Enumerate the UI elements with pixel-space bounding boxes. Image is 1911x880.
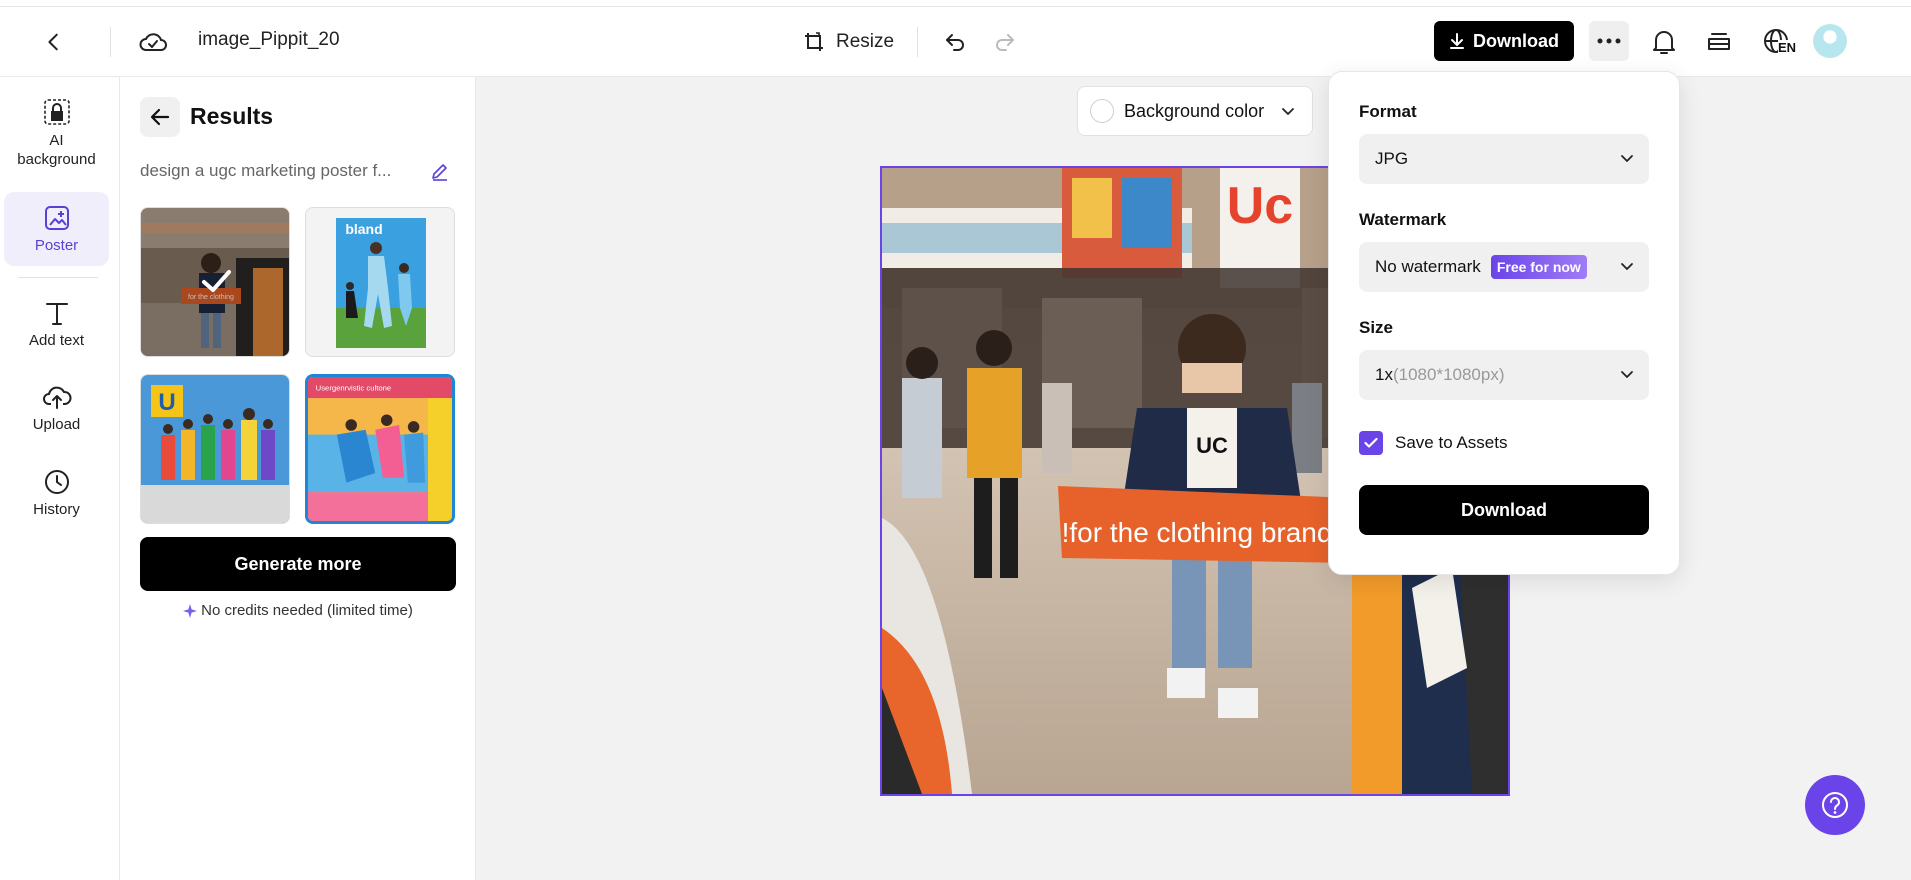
rail-item-add-text[interactable]: Add text [4, 299, 109, 369]
help-button[interactable] [1805, 775, 1865, 835]
download-button[interactable]: Download [1434, 21, 1574, 61]
redo-icon[interactable] [990, 27, 1020, 57]
more-icon [1597, 38, 1621, 44]
size-detail: (1080*1080px) [1392, 365, 1505, 384]
ai-background-icon [43, 99, 70, 125]
save-to-assets-label: Save to Assets [1395, 433, 1508, 452]
sparkle-icon [183, 603, 198, 618]
thumbnail-image: Usergenrvistic cultone [308, 377, 452, 521]
svg-text:U: U [158, 389, 175, 416]
credits-text: No credits needed (limited time) [201, 602, 413, 619]
result-thumbnail-4[interactable]: Usergenrvistic cultone [305, 374, 455, 524]
result-thumbnail-3[interactable]: U [140, 374, 290, 524]
watermark-select[interactable]: No watermark Free for now [1359, 242, 1649, 292]
resize-button[interactable]: Resize [802, 27, 894, 57]
background-color-button[interactable]: Background color [1077, 86, 1313, 136]
resize-icon [805, 32, 823, 51]
thumbnail-image: for the clothing [141, 208, 289, 356]
rail-item-upload[interactable]: Upload [4, 383, 109, 453]
svg-text:UC: UC [1196, 433, 1228, 458]
layers-icon[interactable] [1703, 27, 1735, 57]
rail-item-poster[interactable]: Poster [4, 192, 109, 266]
checkmark-icon [1364, 437, 1378, 448]
confirm-download-button[interactable]: Download [1359, 485, 1649, 535]
results-back-button[interactable] [140, 97, 180, 137]
watermark-label: Watermark [1359, 210, 1447, 229]
svg-text:Uc: Uc [1227, 177, 1293, 235]
tool-rail: AI background Poster Add text Upload His… [0, 77, 120, 880]
svg-text:bland: bland [345, 221, 382, 237]
divider [917, 27, 918, 57]
rail-item-ai-background[interactable]: AI background [4, 97, 109, 171]
undo-icon[interactable] [940, 27, 970, 57]
language-badge: EN [1778, 40, 1797, 55]
background-color-label: Background color [1124, 100, 1265, 121]
free-badge: Free for now [1490, 255, 1587, 279]
size-label: Size [1359, 318, 1394, 337]
back-chevron-icon[interactable] [38, 27, 70, 57]
size-value: 1x [1375, 365, 1393, 384]
resize-label: Resize [836, 31, 895, 52]
prompt-text: design a ugc marketing poster f... [140, 161, 392, 180]
size-select[interactable]: 1x (1080*1080px) [1359, 350, 1649, 400]
upload-icon [42, 386, 71, 409]
download-icon [1450, 33, 1464, 49]
results-title: Results [190, 103, 274, 129]
generate-more-button[interactable]: Generate more [140, 537, 456, 591]
result-thumbnail-1[interactable]: for the clothing [140, 207, 290, 357]
divider [18, 277, 98, 278]
bell-icon[interactable] [1648, 27, 1680, 57]
format-value: JPG [1375, 149, 1409, 168]
thumbnail-image: U [141, 375, 289, 523]
rail-label: History [33, 501, 80, 518]
help-icon [1822, 792, 1848, 818]
rail-label: Add text [28, 332, 85, 349]
rail-label: AI background [17, 132, 96, 168]
save-to-assets-checkbox[interactable] [1359, 431, 1383, 455]
language-globe-icon[interactable]: EN [1756, 24, 1798, 60]
chevron-down-icon [1282, 108, 1294, 115]
watermark-value: No watermark [1375, 257, 1481, 276]
arrow-left-icon [150, 108, 170, 126]
avatar[interactable] [1813, 24, 1847, 58]
color-swatch [1090, 99, 1114, 123]
chevron-down-icon [1621, 263, 1633, 270]
thumbnail-image: bland [306, 208, 454, 356]
format-label: Format [1359, 102, 1417, 121]
rail-label: Poster [34, 236, 79, 254]
chevron-down-icon [1621, 371, 1633, 378]
rail-label: Upload [32, 416, 81, 433]
text-icon [45, 303, 68, 325]
download-label: Download [1473, 30, 1559, 51]
poster-banner-text: !for the clothing brand" [1062, 517, 1343, 548]
document-title[interactable]: image_Pippit_20 [198, 29, 340, 51]
rail-item-history[interactable]: History [4, 468, 109, 538]
more-options-button[interactable] [1589, 21, 1629, 61]
poster-icon [44, 205, 69, 230]
svg-text:Usergenrvistic cultone: Usergenrvistic cultone [316, 383, 391, 392]
cloud-icon[interactable] [136, 27, 170, 57]
edit-prompt-icon[interactable] [430, 161, 452, 183]
download-settings-panel: Format JPG Watermark No watermark Free f… [1328, 71, 1680, 575]
chevron-down-icon [1621, 155, 1633, 162]
format-select[interactable]: JPG [1359, 134, 1649, 184]
divider [110, 27, 111, 57]
result-thumbnail-2[interactable]: bland [305, 207, 455, 357]
results-panel: Results design a ugc marketing poster f.… [120, 77, 476, 880]
save-to-assets-row[interactable]: Save to Assets [1359, 431, 1507, 455]
credits-note: No credits needed (limited time) [140, 602, 456, 619]
top-bar: image_Pippit_20 Resize Download EN [0, 7, 1911, 77]
history-icon [44, 470, 69, 494]
